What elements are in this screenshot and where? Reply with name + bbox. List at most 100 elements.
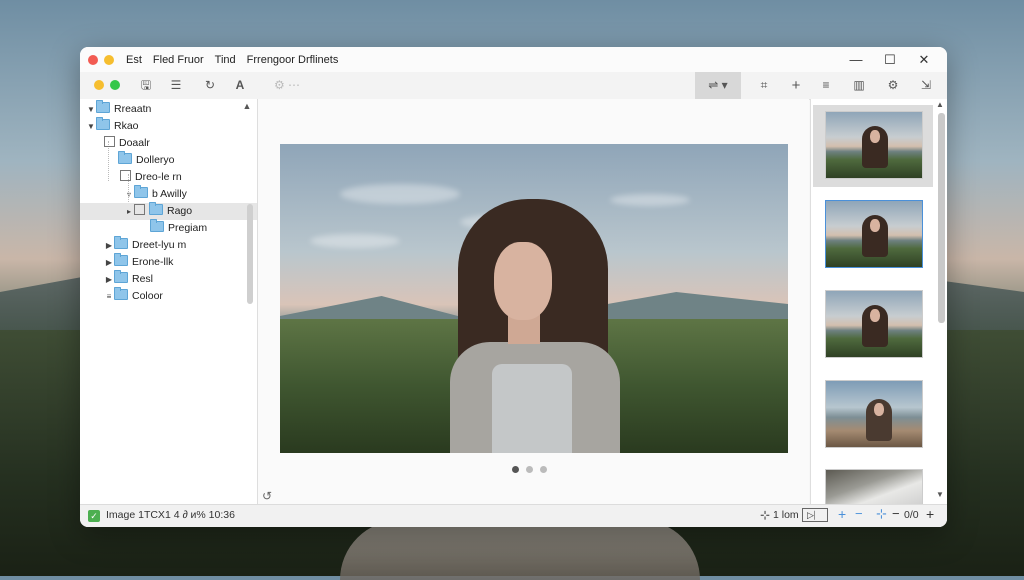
- zoom-slider-icon[interactable]: ⊹: [876, 506, 887, 522]
- scroll-up-icon[interactable]: ▲: [934, 99, 946, 111]
- zoom-out-icon[interactable]: −: [855, 506, 863, 521]
- thumbnail-1[interactable]: [825, 111, 923, 179]
- window-controls: — ☐ ✕: [839, 47, 941, 72]
- chevron-right-icon[interactable]: ▶: [104, 237, 114, 254]
- page-dot[interactable]: [526, 466, 533, 473]
- chevron-right-icon[interactable]: ▶: [104, 254, 114, 271]
- folder-icon: [114, 236, 128, 249]
- fit-icon[interactable]: ⊹: [760, 508, 770, 522]
- thumbnail-strip: ▲ ▼: [810, 99, 947, 506]
- columns-icon[interactable]: ▥: [848, 72, 870, 99]
- menu-item-drflinets[interactable]: Frrengoor Drflinets: [247, 54, 339, 66]
- chevron-down-icon[interactable]: ▼: [86, 101, 96, 118]
- settings-icon[interactable]: ⚙: [882, 72, 904, 99]
- folder-icon: [118, 151, 132, 164]
- folder-icon: [114, 270, 128, 283]
- minimize-button[interactable]: —: [839, 47, 873, 72]
- menu-item-fled-fruor[interactable]: Fled Fruor: [153, 54, 204, 66]
- zoom-level: 1 lom: [773, 509, 799, 521]
- tree-item-pregiam[interactable]: Pregiam: [80, 219, 257, 237]
- status-image-info: Image 1ТСX1 4 ∂ и% 10:36: [106, 509, 235, 521]
- folder-icon: [150, 219, 164, 232]
- thumbnail-2[interactable]: [825, 200, 923, 268]
- thumbnail-face: [870, 219, 880, 232]
- minus-icon[interactable]: −: [892, 506, 900, 521]
- thumbnail-face: [870, 130, 880, 143]
- menu-item-tind[interactable]: Tind: [215, 54, 236, 66]
- zoom-in-icon[interactable]: +: [838, 506, 846, 522]
- folder-icon: [134, 185, 148, 198]
- tree-item-coloor[interactable]: ≡ Coloor: [80, 287, 257, 305]
- check-icon: ✓: [88, 510, 100, 522]
- folder-icon: [114, 287, 128, 300]
- photo-subject-face: [494, 242, 552, 320]
- add-icon[interactable]: +: [785, 72, 807, 99]
- crop-icon[interactable]: ⌗: [753, 72, 775, 99]
- tree-item-rago[interactable]: ▸ Rago: [80, 202, 257, 220]
- menu-item-est[interactable]: Est: [126, 54, 142, 66]
- title-bar: Est Fled Fruor Tind Frrengoor Drflinets …: [80, 47, 947, 73]
- tree-item-resl[interactable]: ▶ Resl: [80, 270, 257, 288]
- page-dot-active[interactable]: [512, 466, 519, 473]
- tree-item-rkao[interactable]: ▼ Rkao: [80, 117, 257, 135]
- sliders-dropdown-icon[interactable]: ⇌ ▾: [695, 72, 741, 99]
- photo-subject-top: [492, 364, 572, 453]
- thumbnail-scrollbar[interactable]: [938, 113, 945, 323]
- green-dot: [110, 80, 120, 90]
- chevron-right-icon[interactable]: ▸: [124, 203, 134, 220]
- status-bar: ✓ Image 1ТСX1 4 ∂ и% 10:36 ⊹ 1 lom ▷⎸ + …: [80, 504, 947, 527]
- rotate-icon[interactable]: ↻: [200, 72, 220, 99]
- tree-item-doaalr[interactable]: Doaalr: [80, 135, 257, 152]
- menu-icon[interactable]: ≡: [815, 72, 837, 99]
- folder-icon: [149, 202, 163, 215]
- status-extra: 0/0: [904, 509, 919, 521]
- photo-viewer-window: Est Fled Fruor Tind Frrengoor Drflinets …: [80, 47, 947, 527]
- chevron-right-icon[interactable]: ▶: [104, 271, 114, 288]
- folder-tree: ▲ ▼ Rreaatn ▼ Rkao Doaalr Dolleryo Dreo-le…: [80, 99, 258, 505]
- pagination-dots: [512, 466, 547, 473]
- document-icon: [120, 170, 131, 181]
- tree-item-dreo-le-rn[interactable]: Dreo-le rn: [80, 169, 257, 186]
- maximize-button[interactable]: ☐: [873, 47, 907, 72]
- yellow-dot: [94, 80, 104, 90]
- fit-window-button[interactable]: ▷⎸: [802, 508, 828, 522]
- background-person: [340, 520, 700, 580]
- main-photo[interactable]: [280, 144, 788, 453]
- document-icon: [134, 204, 145, 215]
- cloud: [610, 194, 690, 206]
- chevron-down-icon[interactable]: ▿: [124, 186, 134, 203]
- chevron-down-icon[interactable]: ▼: [86, 118, 96, 135]
- tree-item-dolleryo[interactable]: Dolleryo: [80, 151, 257, 169]
- tree-item-dreet-lyu-m[interactable]: ▶ Dreet-lyu m: [80, 236, 257, 254]
- tree-item-erone-llk[interactable]: ▶ Erone-llk: [80, 253, 257, 271]
- sidebar-scrollbar[interactable]: [247, 204, 253, 304]
- folder-icon: [96, 100, 110, 113]
- save-icon[interactable]: 🖫: [136, 72, 156, 99]
- scroll-down-icon[interactable]: ▼: [934, 489, 946, 501]
- thumbnail-face: [870, 309, 880, 322]
- export-icon[interactable]: ⇲: [915, 72, 937, 99]
- cloud: [310, 234, 400, 248]
- thumbnail-image: [826, 470, 922, 506]
- tree-item-b-awilly[interactable]: ▿ b Awilly: [80, 185, 257, 203]
- thumbnail-4[interactable]: [825, 380, 923, 448]
- tree-item-rreaatn[interactable]: ▼ Rreaatn: [80, 100, 257, 118]
- list-icon: ≡: [106, 292, 112, 301]
- rotate-icon[interactable]: ↺: [262, 489, 272, 503]
- document-icon: [104, 136, 115, 147]
- image-viewer: ↺: [258, 99, 809, 505]
- cloud: [340, 184, 460, 204]
- list-icon[interactable]: ☰: [166, 72, 186, 99]
- add-icon[interactable]: +: [926, 506, 934, 522]
- folder-icon: [96, 117, 110, 130]
- text-icon[interactable]: A: [230, 72, 250, 99]
- folder-icon: [114, 253, 128, 266]
- adjust-icon[interactable]: ⚙ ⋯: [262, 72, 312, 99]
- close-button[interactable]: ✕: [907, 47, 941, 72]
- thumbnail-face: [874, 403, 884, 416]
- page-dot[interactable]: [540, 466, 547, 473]
- thumbnail-5[interactable]: [825, 469, 923, 506]
- minimize-light[interactable]: [104, 54, 114, 65]
- close-light[interactable]: [88, 54, 98, 65]
- thumbnail-3[interactable]: [825, 290, 923, 358]
